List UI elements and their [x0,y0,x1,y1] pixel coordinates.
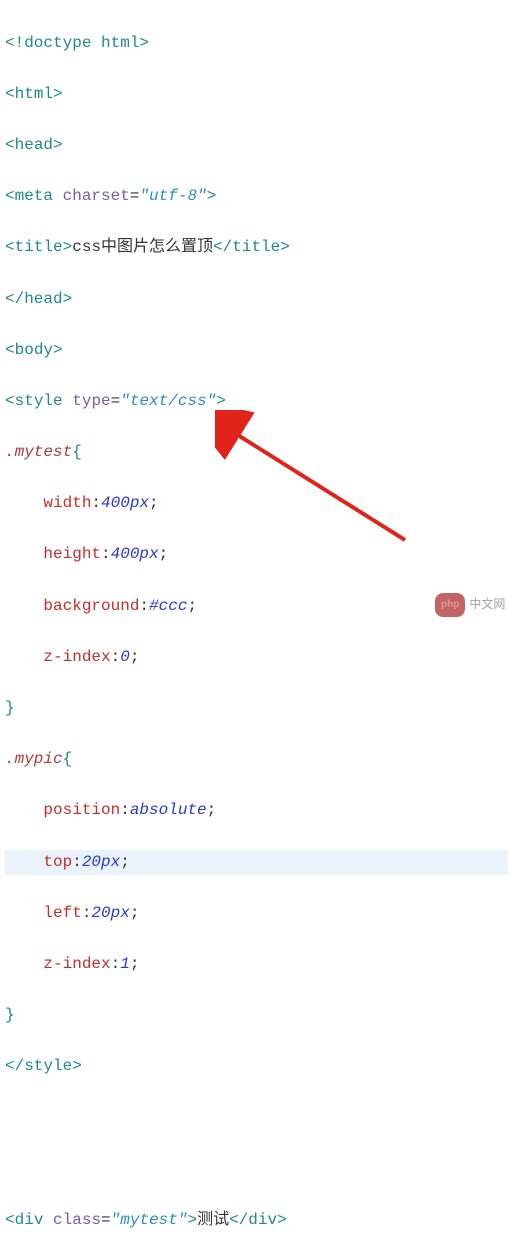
code-line-16: position:absolute; [5,798,508,824]
code-line-1: <!doctype html> [5,31,508,57]
site-watermark: php 中文网 [435,593,505,617]
code-line-7: <body> [5,338,508,364]
code-line-3: <head> [5,133,508,159]
code-line-4: <meta charset="utf-8"> [5,184,508,210]
code-line-19: z-index:1; [5,952,508,978]
watermark-badge: php [435,593,465,617]
code-line-9: .mytest{ [5,440,508,466]
code-line-22: <div class="mytest">测试</div> [5,1208,508,1234]
code-line-18: left:20px; [5,901,508,927]
code-block: <!doctype html> <html> <head> <meta char… [5,5,508,1242]
code-line-11: height:400px; [5,542,508,568]
code-line-20: } [5,1003,508,1029]
blank-line [5,1106,508,1132]
code-line-14: } [5,696,508,722]
code-line-17-highlighted: top:20px; [5,850,508,876]
code-line-13: z-index:0; [5,645,508,671]
blank-line [5,1157,508,1183]
code-line-6: </head> [5,287,508,313]
code-line-12: background:#ccc; [5,594,508,620]
code-line-21: </style> [5,1054,508,1080]
code-editor-view: <!doctype html> <html> <head> <meta char… [5,5,508,1242]
code-line-5: <title>css中图片怎么置顶</title> [5,235,508,261]
code-line-8: <style type="text/css"> [5,389,508,415]
code-line-15: .mypic{ [5,747,508,773]
code-line-2: <html> [5,82,508,108]
watermark-text: 中文网 [469,595,505,614]
code-line-10: width:400px; [5,491,508,517]
